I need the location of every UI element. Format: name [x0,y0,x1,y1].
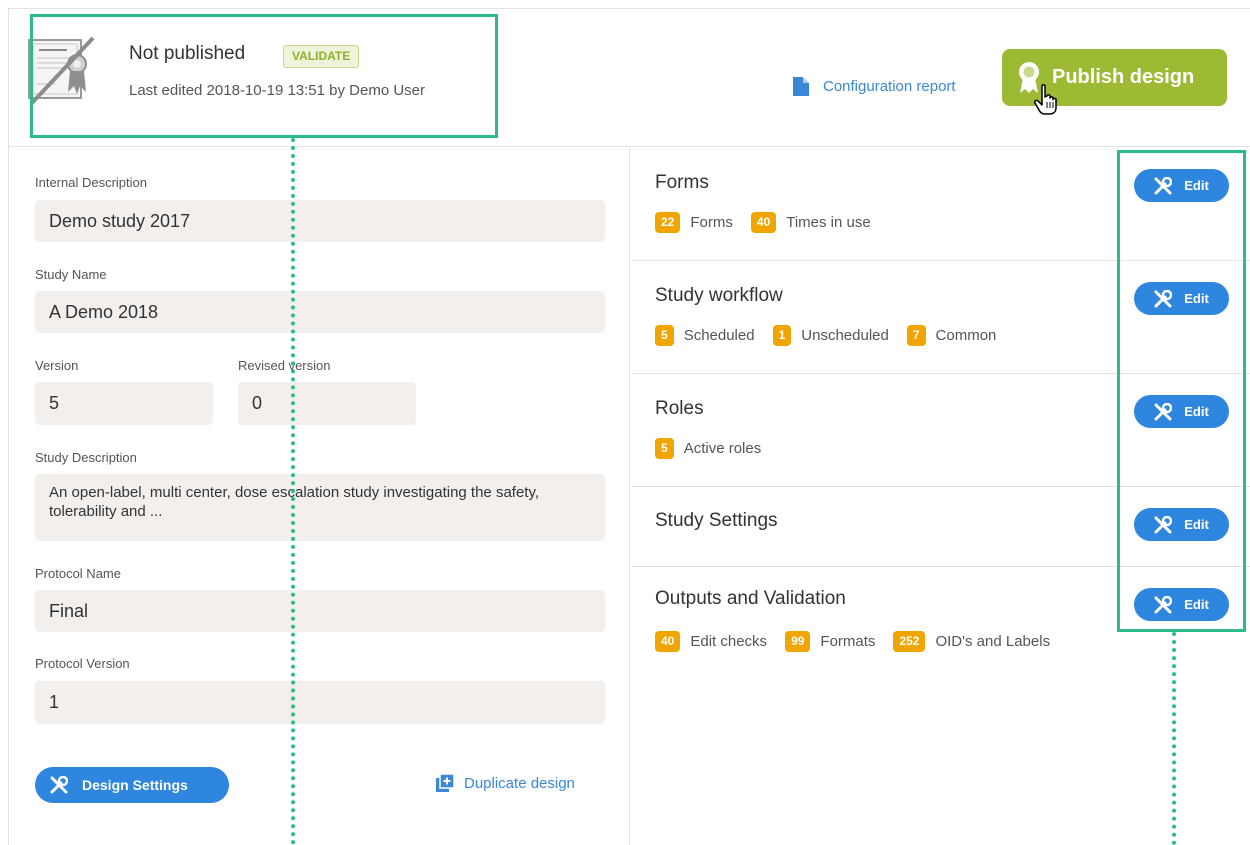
section-title: Forms [655,172,709,193]
study-name-field[interactable]: A Demo 2018 [35,291,605,333]
section-title: Study workflow [655,285,783,306]
protocol-name-field[interactable]: Final [35,590,605,632]
study-name-label: Study Name [35,267,107,282]
count-badge: 5 [655,325,674,346]
tools-icon [50,776,68,794]
design-settings-label: Design Settings [82,777,188,793]
stat-label: Formats [820,633,876,650]
stat-label: Scheduled [683,327,755,344]
stat-label: Unscheduled [801,327,889,344]
duplicate-design-link[interactable]: Duplicate design [436,774,575,792]
design-settings-button[interactable]: Design Settings [35,767,229,803]
study-description-label: Study Description [35,450,137,465]
section-title: Study Settings [655,510,778,531]
edit-callout-line [1172,632,1176,845]
status-highlight-box [30,14,498,138]
count-badge: 40 [655,631,681,652]
count-badge: 99 [785,631,811,652]
section-stats: 40 Edit checks 99 Formats 252 OID's and … [655,631,1068,652]
study-description-field[interactable]: An open-label, multi center, dose escala… [35,474,605,541]
stat-label: Common [935,327,997,344]
section-title: Outputs and Validation [655,588,846,609]
count-badge: 7 [906,325,926,346]
document-icon [793,77,809,96]
stat-label: Times in use [786,214,871,231]
section-title: Roles [655,398,704,419]
count-badge: 1 [772,325,792,346]
protocol-name-label: Protocol Name [35,566,121,581]
revised-version-label: Revised version [238,358,331,373]
section-stats: 22 Forms 40 Times in use [655,212,889,233]
publish-design-label: Publish design [1052,66,1195,88]
edit-buttons-highlight-box [1117,150,1246,632]
internal-description-label: Internal Description [35,175,147,190]
version-label: Version [35,358,79,373]
revised-version-field[interactable]: 0 [238,382,416,425]
duplicate-design-label: Duplicate design [464,774,575,792]
status-callout-line [291,138,295,845]
duplicate-icon [436,774,454,792]
version-field[interactable]: 5 [35,382,213,425]
internal-description-field[interactable]: Demo study 2017 [35,200,605,242]
configuration-report-label: Configuration report [823,78,956,95]
protocol-version-field[interactable]: 1 [35,681,605,724]
stat-label: Edit checks [690,633,768,650]
stat-label: OID's and Labels [935,633,1051,650]
count-badge: 22 [655,212,681,233]
protocol-version-label: Protocol Version [35,656,130,671]
count-badge: 40 [750,212,777,233]
stat-label: Forms [690,214,733,231]
section-stats: 5 Scheduled 1 Unscheduled 7 Common [655,325,1014,346]
configuration-report-link[interactable]: Configuration report [793,77,956,96]
count-badge: 252 [893,631,926,652]
section-stats: 5 Active roles [655,438,779,459]
hand-cursor-icon [1034,84,1057,115]
stat-label: Active roles [683,440,762,457]
count-badge: 5 [655,438,674,459]
